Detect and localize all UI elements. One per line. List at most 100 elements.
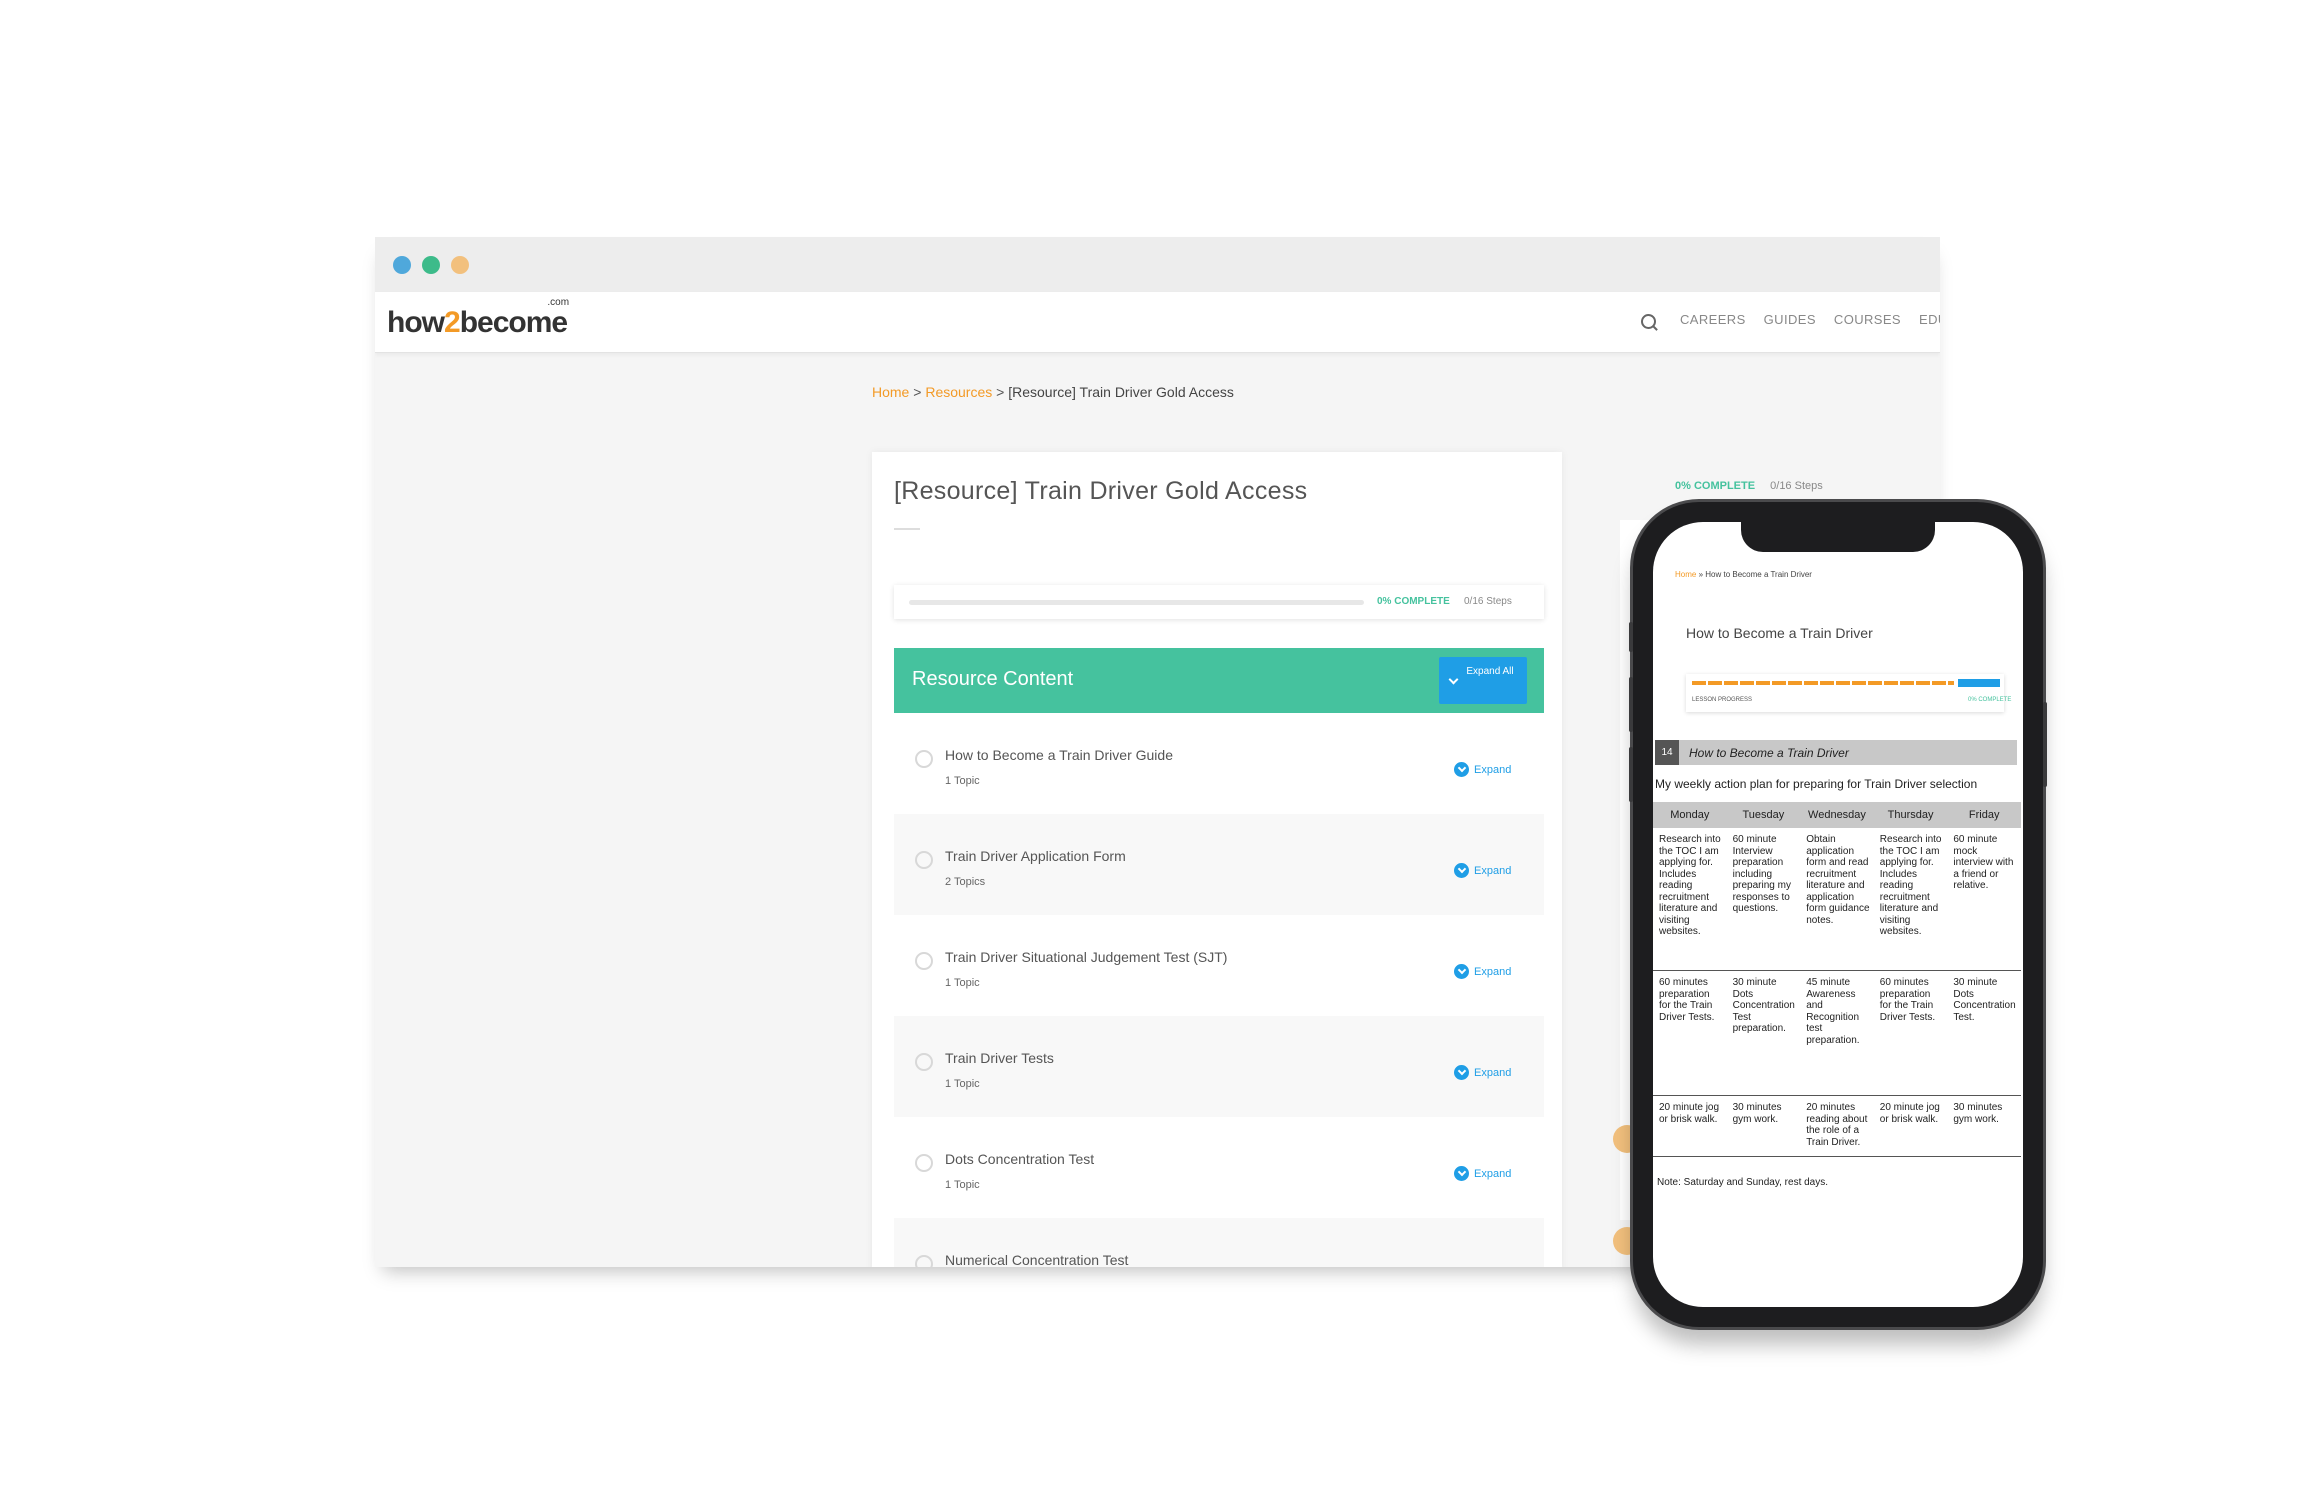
phone-lesson-progress-percent: 0% COMPLETE [1968, 697, 2012, 703]
phone-breadcrumb-home[interactable]: Home [1675, 570, 1696, 579]
page-title: [Resource] Train Driver Gold Access [894, 477, 1308, 505]
breadcrumb-resources[interactable]: Resources [925, 384, 992, 400]
lesson-title[interactable]: Numerical Concentration Test [945, 1252, 1128, 1267]
window-dot-green[interactable] [422, 256, 440, 274]
lesson-list: How to Become a Train Driver Guide 1 Topi… [894, 713, 1544, 1267]
phone-volume-up-button [1629, 677, 1633, 732]
lesson-expand-button[interactable]: Expand [1454, 1065, 1511, 1080]
table-cell: 30 minutes gym work. [1726, 1095, 1801, 1157]
table-cell: 20 minute jog or brisk walk. [1653, 1095, 1727, 1157]
lesson-row[interactable]: Train Driver Application Form 2 Topics Exp… [894, 814, 1544, 915]
lesson-row[interactable]: Dots Concentration Test 1 Topic Expand [894, 1117, 1544, 1218]
nav-careers[interactable]: CAREERS [1680, 312, 1746, 327]
breadcrumb-separator: > [913, 384, 922, 400]
resource-content-title: Resource Content [912, 668, 1074, 690]
chevron-down-circle-icon [1454, 762, 1469, 777]
table-row: Research into the TOC I am applying for.… [1653, 828, 2021, 971]
lesson-topic-count: 2 Topics [945, 876, 986, 888]
phone-mockup: Home » How to Become a Train Driver How … [1629, 502, 2047, 1327]
phone-lesson-progress: LESSON PROGRESS 0% COMPLETE [1686, 674, 2011, 712]
lesson-topic-count: 1 Topic [945, 775, 980, 787]
sidebar-progress-steps: 0/16 Steps [1770, 480, 1823, 492]
expand-all-label: Expand All [1466, 666, 1514, 677]
weekly-plan-table: Monday Tuesday Wednesday Thursday Friday Res… [1653, 802, 2021, 1157]
sidebar-progress-percent: 0% COMPLETE [1675, 480, 1756, 492]
breadcrumb-separator: > [996, 384, 1005, 400]
progress-percent: 0% COMPLETE [1377, 596, 1450, 607]
breadcrumb: Home > Resources > [Resource] Train Driv… [872, 384, 1234, 400]
table-cell: 30 minutes gym work. [1947, 1095, 2021, 1157]
lesson-expand-button[interactable]: Expand [1454, 762, 1511, 777]
table-header-cell: Friday [1947, 802, 2021, 828]
nav-guides[interactable]: GUIDES [1764, 312, 1816, 327]
phone-section-header: 14 How to Become a Train Driver [1655, 740, 2017, 765]
lesson-row[interactable]: Train Driver Situational Judgement Test … [894, 915, 1544, 1016]
lesson-status-icon [915, 750, 933, 768]
lesson-expand-button[interactable]: Expand [1454, 1166, 1511, 1181]
table-cell: 60 minute mock interview with a friend o… [1947, 828, 2021, 971]
resource-content-header: Resource Content Expand All [894, 648, 1544, 713]
course-progress: 0% COMPLETE 0/16 Steps [894, 585, 1544, 619]
chevron-down-circle-icon [1454, 863, 1469, 878]
table-header-cell: Tuesday [1726, 802, 1801, 828]
phone-page-title: How to Become a Train Driver [1686, 625, 1873, 641]
logo-text-accent: 2 [444, 306, 461, 339]
lesson-status-icon [915, 851, 933, 869]
phone-volume-down-button [1629, 747, 1633, 802]
lesson-row[interactable]: Numerical Concentration TestExpand [894, 1218, 1544, 1267]
expand-label: Expand [1474, 763, 1512, 776]
lesson-row[interactable]: Train Driver Tests 1 Topic Expand [894, 1016, 1544, 1117]
sidebar-progress: 0% COMPLETE 0/16 Steps [1675, 480, 1823, 492]
table-cell: 45 minute Awareness and Recognition test… [1800, 970, 1874, 1096]
chevron-down-icon [1448, 674, 1459, 685]
chevron-down-circle-icon [1454, 1065, 1469, 1080]
expand-all-button[interactable]: Expand All [1439, 657, 1527, 704]
window-dot-blue[interactable] [393, 256, 411, 274]
nav-education[interactable]: EDUCAT [1919, 312, 1940, 327]
nav-courses[interactable]: COURSES [1834, 312, 1901, 327]
breadcrumb-home[interactable]: Home [872, 384, 909, 400]
lesson-title[interactable]: Train Driver Application Form [945, 848, 1126, 864]
table-cell: 20 minutes reading about the role of a T… [1800, 1095, 1874, 1157]
lesson-title[interactable]: Dots Concentration Test [945, 1151, 1094, 1167]
table-cell: Research into the TOC I am applying for.… [1873, 828, 1948, 971]
lesson-expand-button[interactable]: Expand [1454, 964, 1511, 979]
expand-label: Expand [1474, 864, 1512, 877]
lesson-expand-button[interactable]: Expand [1454, 863, 1511, 878]
lesson-title[interactable]: Train Driver Tests [945, 1050, 1054, 1066]
lesson-status-icon [915, 952, 933, 970]
table-cell: 30 minute Dots Concentration Test prepar… [1726, 970, 1801, 1096]
chevron-down-circle-icon [1454, 964, 1469, 979]
phone-mute-button [1629, 622, 1633, 652]
phone-lesson-breadcrumb[interactable] [1692, 681, 1954, 685]
expand-label: Expand [1474, 1167, 1512, 1180]
window-dot-orange[interactable] [451, 256, 469, 274]
browser-chrome [375, 237, 1940, 292]
table-header-cell: Thursday [1873, 802, 1948, 828]
table-cell: 60 minute Interview preparation includin… [1726, 828, 1801, 971]
phone-notch [1741, 522, 1935, 552]
phone-breadcrumb: Home » How to Become a Train Driver [1675, 570, 1812, 579]
search-icon[interactable] [1641, 314, 1656, 329]
phone-intro-text: My weekly action plan for preparing for … [1655, 777, 1978, 791]
table-cell: Research into the TOC I am applying for.… [1653, 828, 1727, 971]
logo-text: how [387, 306, 445, 339]
table-cell: 20 minute jog or brisk walk. [1873, 1095, 1948, 1157]
phone-status-badge [1958, 679, 2000, 687]
phone-breadcrumb-current: » How to Become a Train Driver [1698, 570, 1812, 579]
site-logo[interactable]: how2become .com [387, 297, 569, 340]
phone-screen: Home » How to Become a Train Driver How … [1653, 522, 2023, 1307]
table-header-row: Monday Tuesday Wednesday Thursday Friday [1653, 802, 2021, 828]
progress-track [909, 600, 1364, 605]
lesson-row[interactable]: How to Become a Train Driver Guide 1 Topi… [894, 713, 1544, 814]
expand-label: Expand [1474, 965, 1512, 978]
table-row: 60 minutes preparation for the Train Dri… [1653, 970, 2021, 1096]
title-divider [894, 528, 920, 530]
expand-label: Expand [1474, 1066, 1512, 1079]
table-header-cell: Wednesday [1800, 802, 1874, 828]
breadcrumb-current: [Resource] Train Driver Gold Access [1008, 384, 1234, 400]
table-cell: Obtain application form and read recruit… [1800, 828, 1874, 971]
table-cell: 30 minute Dots Concentration Test. [1947, 970, 2021, 1096]
lesson-title[interactable]: How to Become a Train Driver Guide [945, 747, 1173, 763]
lesson-title[interactable]: Train Driver Situational Judgement Test … [945, 949, 1227, 965]
